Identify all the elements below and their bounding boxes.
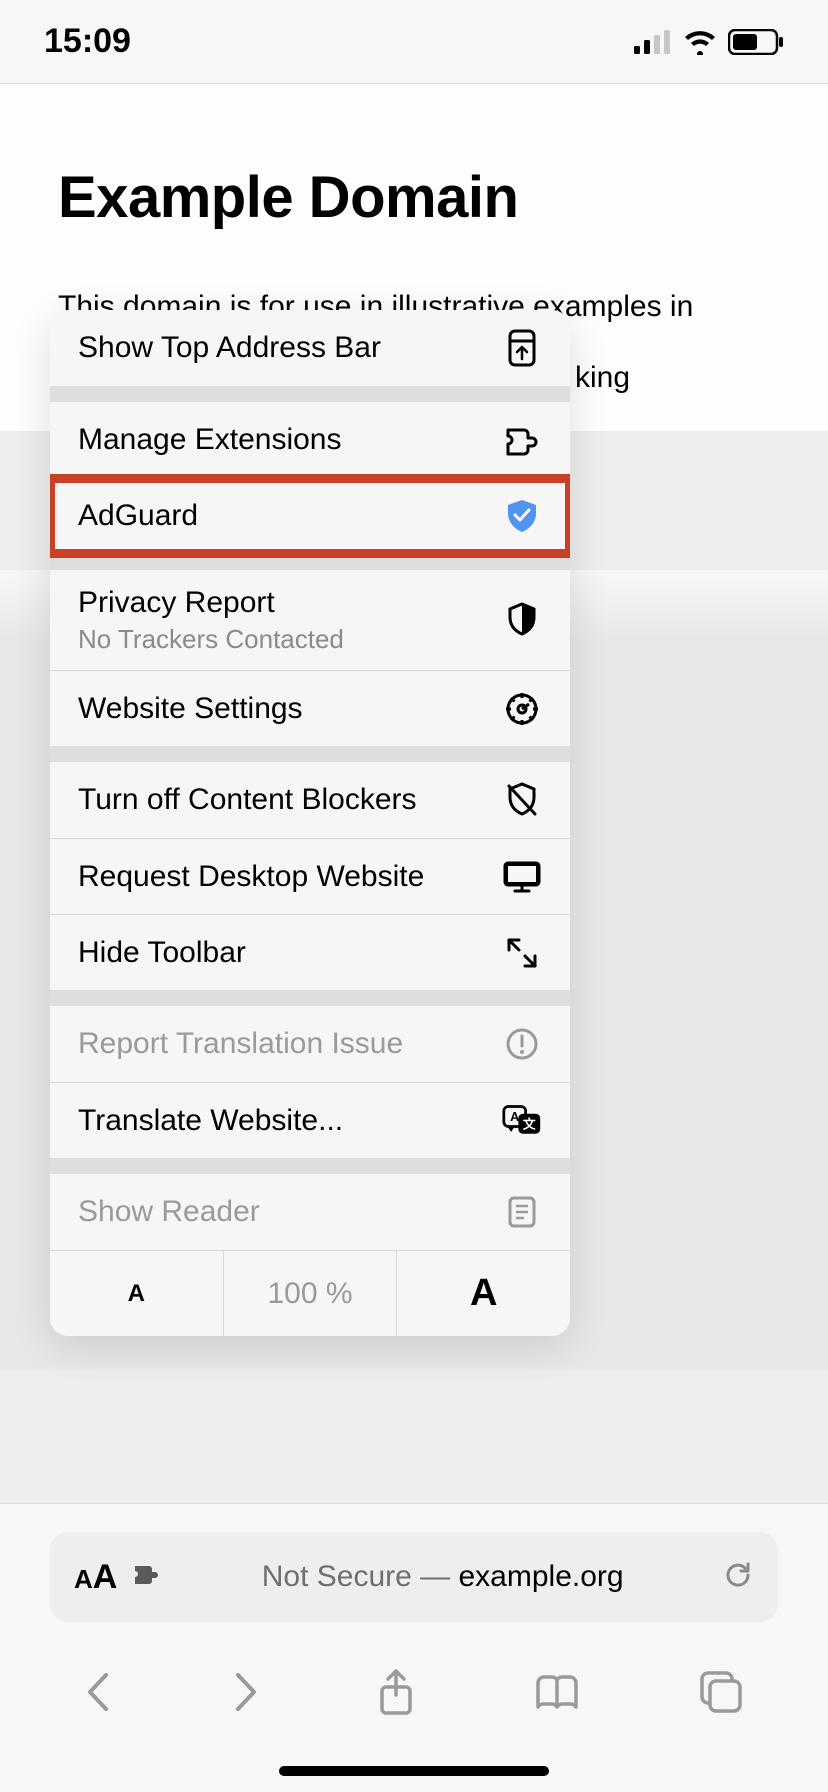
- menu-privacy-report[interactable]: Privacy Report No Trackers Contacted: [50, 570, 570, 670]
- menu-show-reader: Show Reader: [50, 1174, 570, 1250]
- translate-icon: A文: [502, 1101, 542, 1141]
- home-indicator[interactable]: [279, 1766, 549, 1776]
- shield-slash-icon: [502, 780, 542, 820]
- shield-half-icon: [502, 600, 542, 640]
- menu-label: Request Desktop Website: [78, 860, 424, 894]
- zoom-level[interactable]: 100 %: [223, 1251, 397, 1336]
- gear-icon: [502, 689, 542, 729]
- menu-label: Manage Extensions: [78, 423, 342, 457]
- url-text: Not Secure — example.org: [179, 1560, 706, 1594]
- page-body-tail: king: [575, 361, 630, 395]
- menu-request-desktop[interactable]: Request Desktop Website: [50, 838, 570, 914]
- bookmarks-button[interactable]: [532, 1671, 582, 1713]
- bottom-bar: AA Not Secure — example.org: [0, 1503, 828, 1792]
- svg-text:文: 文: [523, 1116, 536, 1131]
- menu-website-settings[interactable]: Website Settings: [50, 670, 570, 746]
- page-title: Example Domain: [58, 164, 770, 231]
- warning-icon: [502, 1024, 542, 1064]
- url-bar[interactable]: AA Not Secure — example.org: [50, 1532, 778, 1622]
- extensions-button[interactable]: [133, 1562, 163, 1593]
- menu-label: Hide Toolbar: [78, 936, 246, 970]
- menu-adguard[interactable]: AdGuard: [50, 478, 570, 554]
- menu-label: Report Translation Issue: [78, 1027, 403, 1061]
- desktop-icon: [502, 857, 542, 897]
- menu-manage-extensions[interactable]: Manage Extensions: [50, 402, 570, 478]
- move-top-icon: [502, 328, 542, 368]
- status-indicators: [634, 29, 784, 55]
- menu-label: Show Reader: [78, 1195, 260, 1229]
- menu-label: Show Top Address Bar: [78, 331, 381, 365]
- menu-label: AdGuard: [78, 499, 198, 533]
- page-settings-button[interactable]: AA: [74, 1558, 117, 1597]
- status-time: 15:09: [44, 22, 131, 61]
- zoom-small-label: A: [128, 1280, 145, 1308]
- menu-label: Turn off Content Blockers: [78, 783, 417, 817]
- menu-report-translation: Report Translation Issue: [50, 1006, 570, 1082]
- cellular-icon: [634, 30, 672, 54]
- shield-check-icon: [502, 496, 542, 536]
- menu-translate[interactable]: Translate Website... A文: [50, 1082, 570, 1158]
- menu-label: Translate Website...: [78, 1104, 343, 1138]
- expand-icon: [502, 933, 542, 973]
- wifi-icon: [682, 29, 718, 55]
- battery-icon: [728, 29, 784, 55]
- extension-icon: [502, 420, 542, 460]
- tabs-button[interactable]: [698, 1669, 744, 1715]
- page-settings-menu: Show Top Address Bar Manage Extensions A…: [50, 310, 570, 1336]
- zoom-in-button[interactable]: A: [396, 1251, 570, 1336]
- menu-content-blockers[interactable]: Turn off Content Blockers: [50, 762, 570, 838]
- reader-icon: [502, 1192, 542, 1232]
- menu-label: Website Settings: [78, 692, 303, 726]
- zoom-out-button[interactable]: A: [50, 1251, 223, 1336]
- menu-sublabel: No Trackers Contacted: [78, 624, 344, 655]
- zoom-pct-label: 100 %: [267, 1277, 352, 1311]
- forward-button[interactable]: [230, 1671, 260, 1713]
- menu-hide-toolbar[interactable]: Hide Toolbar: [50, 914, 570, 990]
- reload-button[interactable]: [722, 1559, 754, 1596]
- svg-text:A: A: [510, 1109, 519, 1124]
- menu-show-top-address-bar[interactable]: Show Top Address Bar: [50, 310, 570, 386]
- back-button[interactable]: [84, 1671, 114, 1713]
- toolbar: [0, 1642, 828, 1752]
- zoom-large-label: A: [470, 1272, 497, 1315]
- menu-label: Privacy Report: [78, 586, 344, 620]
- share-button[interactable]: [376, 1667, 416, 1717]
- status-bar: 15:09: [0, 0, 828, 84]
